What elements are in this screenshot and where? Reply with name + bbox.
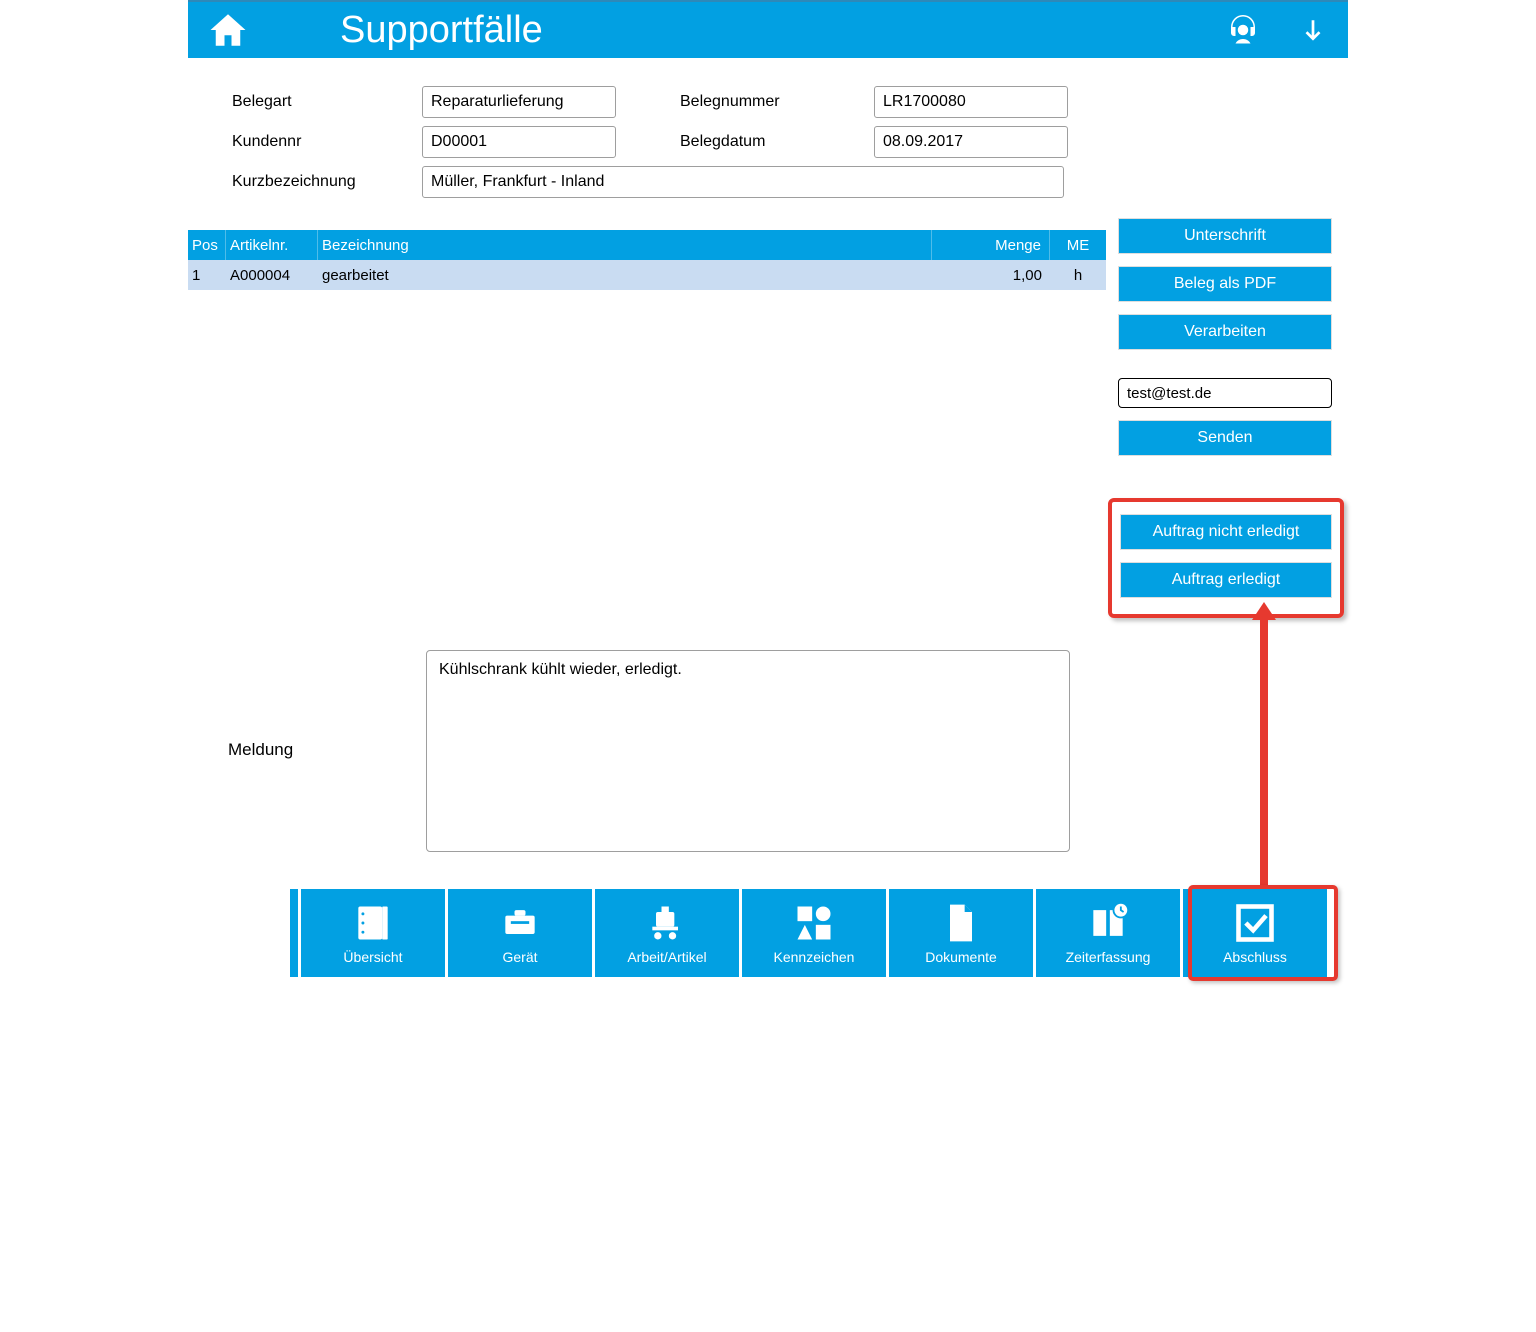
side-panel: Unterschrift Beleg als PDF Verarbeiten S… — [1118, 218, 1332, 468]
nav-label: Kennzeichen — [774, 949, 855, 965]
input-kundennr[interactable] — [422, 126, 616, 158]
nav-zeiterfassung[interactable]: Zeiterfassung — [1036, 889, 1180, 977]
label-belegnummer: Belegnummer — [680, 93, 874, 111]
time-icon — [1086, 901, 1130, 945]
th-me: ME — [1050, 230, 1106, 260]
form-area: Belegart Belegnummer Kundennr Belegdatum… — [188, 58, 1348, 214]
device-icon — [498, 901, 542, 945]
nav-dokumente[interactable]: Dokumente — [889, 889, 1033, 977]
page-title: Supportfälle — [340, 9, 543, 52]
label-meldung: Meldung — [228, 650, 426, 760]
items-table: Pos Artikelnr. Bezeichnung Menge ME 1 A0… — [188, 230, 1106, 290]
nav-label: Abschluss — [1223, 949, 1287, 965]
input-belegart[interactable] — [422, 86, 616, 118]
td-me: h — [1050, 267, 1106, 284]
verarbeiten-button[interactable]: Verarbeiten — [1118, 314, 1332, 350]
down-arrow-icon[interactable] — [1292, 9, 1334, 51]
th-artikelnr: Artikelnr. — [226, 230, 318, 260]
input-kurzbezeichnung[interactable] — [422, 166, 1064, 198]
label-kurzbezeichnung: Kurzbezeichnung — [228, 173, 422, 191]
annotation-arrow — [1260, 618, 1268, 886]
meldung-section: Meldung — [228, 650, 1070, 852]
td-artikelnr: A000004 — [226, 267, 318, 284]
th-bezeichnung: Bezeichnung — [318, 230, 932, 260]
nav-uebersicht[interactable]: Übersicht — [301, 889, 445, 977]
nav-accent-bar — [290, 889, 298, 977]
nav-geraet[interactable]: Gerät — [448, 889, 592, 977]
nav-label: Übersicht — [343, 949, 402, 965]
table-header: Pos Artikelnr. Bezeichnung Menge ME — [188, 230, 1106, 260]
td-bezeichnung: gearbeitet — [318, 267, 932, 284]
input-belegnummer[interactable] — [874, 86, 1068, 118]
bottom-nav: Übersicht Gerät Arbeit/Artikel Kennzeich… — [290, 889, 1327, 977]
senden-button[interactable]: Senden — [1118, 420, 1332, 456]
nav-label: Arbeit/Artikel — [627, 949, 706, 965]
header-bar: Supportfälle — [188, 0, 1348, 58]
nav-abschluss[interactable]: Abschluss — [1183, 889, 1327, 977]
beleg-pdf-button[interactable]: Beleg als PDF — [1118, 266, 1332, 302]
check-icon — [1233, 901, 1277, 945]
email-input[interactable] — [1118, 378, 1332, 408]
input-belegdatum[interactable] — [874, 126, 1068, 158]
auftrag-erledigt-button[interactable]: Auftrag erledigt — [1120, 562, 1332, 598]
nav-label: Gerät — [502, 949, 537, 965]
meldung-textarea[interactable] — [426, 650, 1070, 852]
document-icon — [939, 901, 983, 945]
highlight-box-auftrag: Auftrag nicht erledigt Auftrag erledigt — [1108, 498, 1344, 618]
table-row[interactable]: 1 A000004 gearbeitet 1,00 h — [188, 260, 1106, 290]
nav-label: Dokumente — [925, 949, 997, 965]
tags-icon — [792, 901, 836, 945]
td-menge: 1,00 — [932, 267, 1050, 284]
label-belegdatum: Belegdatum — [680, 133, 874, 151]
label-belegart: Belegart — [228, 93, 422, 111]
auftrag-nicht-erledigt-button[interactable]: Auftrag nicht erledigt — [1120, 514, 1332, 550]
th-pos: Pos — [188, 230, 226, 260]
label-kundennr: Kundennr — [228, 133, 422, 151]
support-agent-icon[interactable] — [1222, 9, 1264, 51]
th-menge: Menge — [932, 230, 1050, 260]
nav-arbeit[interactable]: Arbeit/Artikel — [595, 889, 739, 977]
home-icon[interactable] — [204, 6, 252, 54]
unterschrift-button[interactable]: Unterschrift — [1118, 218, 1332, 254]
td-pos: 1 — [188, 267, 226, 284]
work-icon — [645, 901, 689, 945]
overview-icon — [351, 901, 395, 945]
nav-label: Zeiterfassung — [1066, 949, 1151, 965]
nav-kennzeichen[interactable]: Kennzeichen — [742, 889, 886, 977]
